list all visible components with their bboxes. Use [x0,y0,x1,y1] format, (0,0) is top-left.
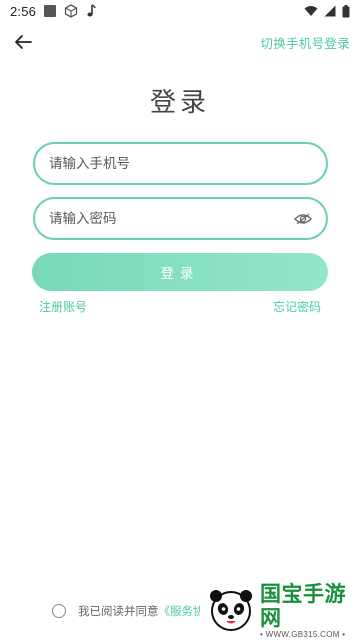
arrow-left-icon [15,35,32,49]
phone-input[interactable] [49,155,312,172]
agreement-text: 我已阅读并同意 [78,604,159,618]
login-button[interactable]: 登录 [32,253,328,291]
password-field[interactable] [33,197,328,240]
register-link[interactable]: 注册账号 [39,298,87,315]
login-screen: 2:56 切换手机号登录 登录 请输入手机号 登录 注册账号 忘记密码 我已阅读… [0,0,360,641]
signal-icon [324,5,336,17]
phone-field[interactable] [33,142,328,185]
battery-icon [342,4,350,17]
status-right [304,4,350,18]
page-title: 登录 [149,88,210,118]
watermark-text: 国宝手游网 • WWW.GB315.COM • [260,582,360,639]
watermark-title: 国宝手游网 [260,581,346,630]
wifi-icon [304,6,318,16]
status-time: 2:56 [10,3,37,19]
cube-icon [64,4,78,18]
watermark: 国宝手游网 • WWW.GB315.COM • [200,579,360,641]
service-agreement-link[interactable]: 《服务协 [159,603,205,619]
status-left: 2:56 [10,4,96,19]
forgot-password-link[interactable]: 忘记密码 [273,298,321,315]
switch-phone-login-link[interactable]: 切换手机号登录 [260,33,350,52]
agreement-row: 我已阅读并同意 《服务协 [52,603,205,619]
eye-icon[interactable] [294,212,312,226]
panda-logo-icon [210,590,252,631]
watermark-url: • WWW.GB315.COM • [260,629,346,639]
back-button[interactable] [10,29,36,55]
music-note-icon [87,4,96,17]
agree-radio[interactable] [52,604,66,618]
header: 切换手机号登录 [0,26,360,58]
notification-square-icon [44,5,57,17]
status-bar: 2:56 [0,0,360,22]
password-input[interactable] [49,210,288,227]
